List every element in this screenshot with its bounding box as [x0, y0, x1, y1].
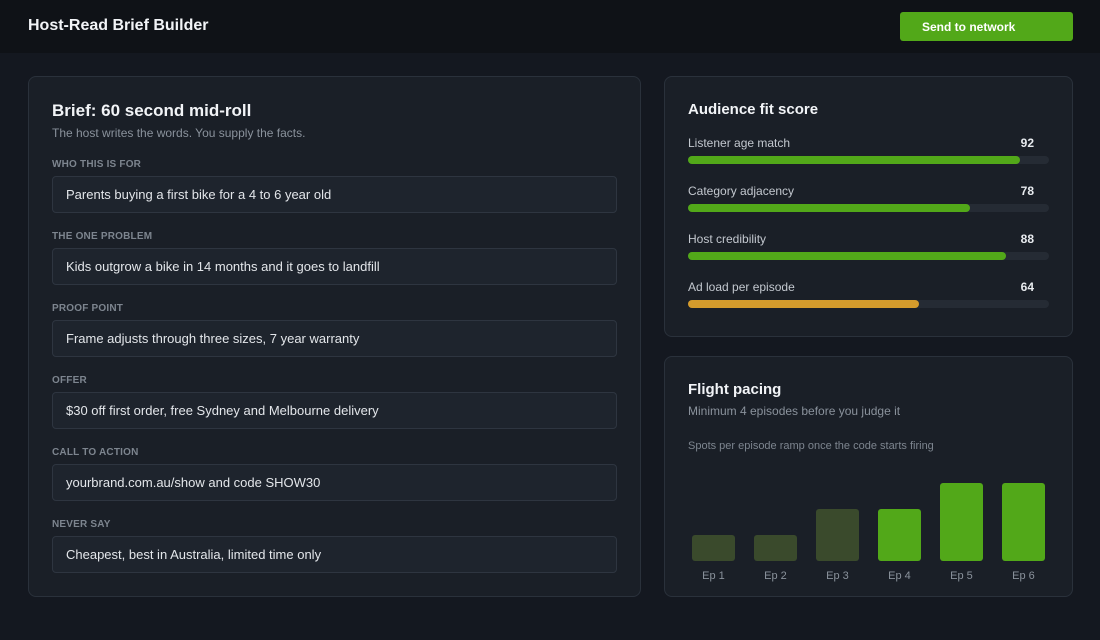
pacing-bar — [692, 535, 735, 561]
score-label: Ad load per episode — [688, 280, 795, 294]
field-label-cta: CALL TO ACTION — [52, 447, 139, 458]
score-track — [688, 204, 1049, 212]
problem-input[interactable] — [52, 248, 617, 285]
pacing-bar — [754, 535, 797, 561]
audience-fit-card: Audience fit score Listener age match 92… — [664, 76, 1073, 337]
score-row-ad-load: Ad load per episode 64 — [688, 280, 1049, 310]
audience-input[interactable] — [52, 176, 617, 213]
field-label-problem: THE ONE PROBLEM — [52, 231, 153, 242]
pacing-bar-label: Ep 1 — [702, 570, 725, 582]
call-to-action-input[interactable] — [52, 464, 617, 501]
field-label-proof: PROOF POINT — [52, 303, 124, 314]
score-track — [688, 300, 1049, 308]
score-fill — [688, 252, 1006, 260]
offer-input[interactable] — [52, 392, 617, 429]
score-row-category: Category adjacency 78 — [688, 184, 1049, 214]
pacing-bar — [940, 483, 983, 561]
score-value: 92 — [1020, 136, 1034, 150]
score-fill — [688, 204, 970, 212]
field-label-audience: WHO THIS IS FOR — [52, 159, 142, 170]
score-fill — [688, 300, 920, 308]
score-value: 78 — [1020, 184, 1034, 198]
pacing-bar-label: Ep 6 — [1012, 570, 1035, 582]
score-row-age: Listener age match 92 — [688, 136, 1049, 166]
pacing-bar-chart: Ep 1 Ep 2 Ep 3 Ep 4 Ep 5 Ep 6 — [665, 357, 1074, 598]
pacing-bar — [1002, 483, 1045, 561]
pacing-bar-label: Ep 3 — [826, 570, 849, 582]
top-bar: Host-Read Brief Builder Send to network — [0, 0, 1100, 53]
score-fill — [688, 156, 1021, 164]
send-to-network-button[interactable]: Send to network — [900, 12, 1073, 41]
score-label: Host credibility — [688, 232, 767, 246]
pacing-bar — [816, 509, 859, 561]
proof-point-input[interactable] — [52, 320, 617, 357]
fit-title: Audience fit score — [688, 101, 819, 118]
score-value: 88 — [1020, 232, 1034, 246]
app-title: Host-Read Brief Builder — [28, 17, 209, 34]
brief-title: Brief: 60 second mid-roll — [52, 101, 252, 120]
score-label: Listener age match — [688, 136, 791, 150]
pacing-bar — [878, 509, 921, 561]
brief-subtitle: The host writes the words. You supply th… — [52, 126, 306, 140]
never-say-input[interactable] — [52, 536, 617, 573]
pacing-bar-label: Ep 2 — [764, 570, 787, 582]
score-label: Category adjacency — [688, 184, 795, 198]
field-label-offer: OFFER — [52, 375, 87, 386]
field-label-never-say: NEVER SAY — [52, 519, 111, 530]
score-track — [688, 252, 1049, 260]
score-track — [688, 156, 1049, 164]
brief-card: Brief: 60 second mid-roll The host write… — [28, 76, 641, 597]
score-row-credibility: Host credibility 88 — [688, 232, 1049, 262]
score-value: 64 — [1020, 280, 1034, 294]
pacing-bar-label: Ep 4 — [888, 570, 911, 582]
flight-pacing-card: Flight pacing Minimum 4 episodes before … — [664, 356, 1073, 597]
pacing-bar-label: Ep 5 — [950, 570, 973, 582]
